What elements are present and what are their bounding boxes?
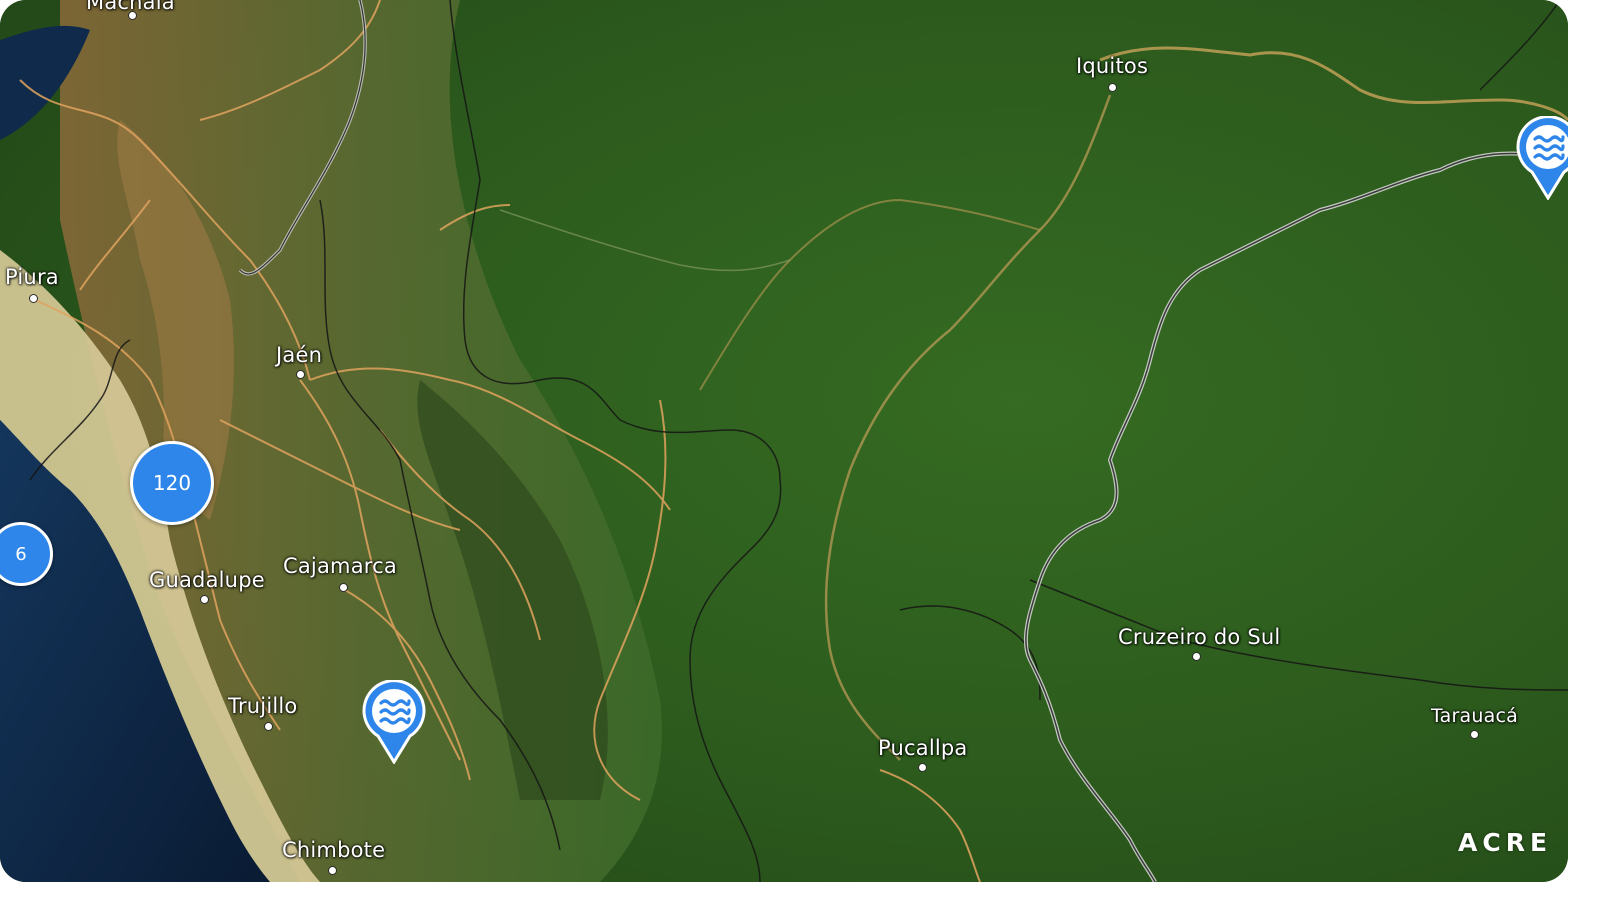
place-label-chimbote: Chimbote	[282, 838, 386, 862]
water-waves-icon	[1516, 116, 1568, 200]
place-label-tarauaca: Tarauacá	[1431, 705, 1518, 727]
cluster-count: 6	[15, 543, 27, 565]
place-label-cruzeiro-do-sul: Cruzeiro do Sul	[1118, 625, 1281, 649]
place-dot-chimbote	[328, 866, 337, 875]
place-dot-cajamarca	[339, 583, 348, 592]
place-label-guadalupe: Guadalupe	[149, 568, 265, 592]
cluster-marker-120[interactable]: 120	[130, 441, 214, 525]
place-dot-piura	[29, 294, 38, 303]
place-label-iquitos: Iquitos	[1076, 54, 1149, 78]
place-dot-iquitos	[1108, 83, 1117, 92]
place-label-pucallpa: Pucallpa	[878, 736, 968, 760]
place-label-cajamarca: Cajamarca	[283, 554, 397, 578]
place-dot-jaen	[296, 370, 305, 379]
map-canvas[interactable]: Machala Piura Jaén Cajamarca Guadalupe T…	[0, 0, 1568, 882]
water-station-marker[interactable]	[362, 680, 426, 764]
place-label-jaen: Jaén	[276, 343, 323, 367]
place-dot-cruzeiro-do-sul	[1192, 652, 1201, 661]
place-dot-guadalupe	[200, 595, 209, 604]
place-label-trujillo: Trujillo	[228, 694, 298, 718]
satellite-map[interactable]	[0, 0, 1568, 882]
place-dot-trujillo	[264, 722, 273, 731]
water-station-marker[interactable]	[1516, 116, 1568, 200]
brand-logo-text: ACRE	[1458, 828, 1553, 857]
place-dot-machala	[128, 11, 137, 20]
place-dot-pucallpa	[918, 763, 927, 772]
place-dot-tarauaca	[1470, 730, 1479, 739]
water-waves-icon	[362, 680, 426, 764]
cluster-count: 120	[152, 471, 192, 495]
place-label-piura: Piura	[5, 265, 59, 289]
